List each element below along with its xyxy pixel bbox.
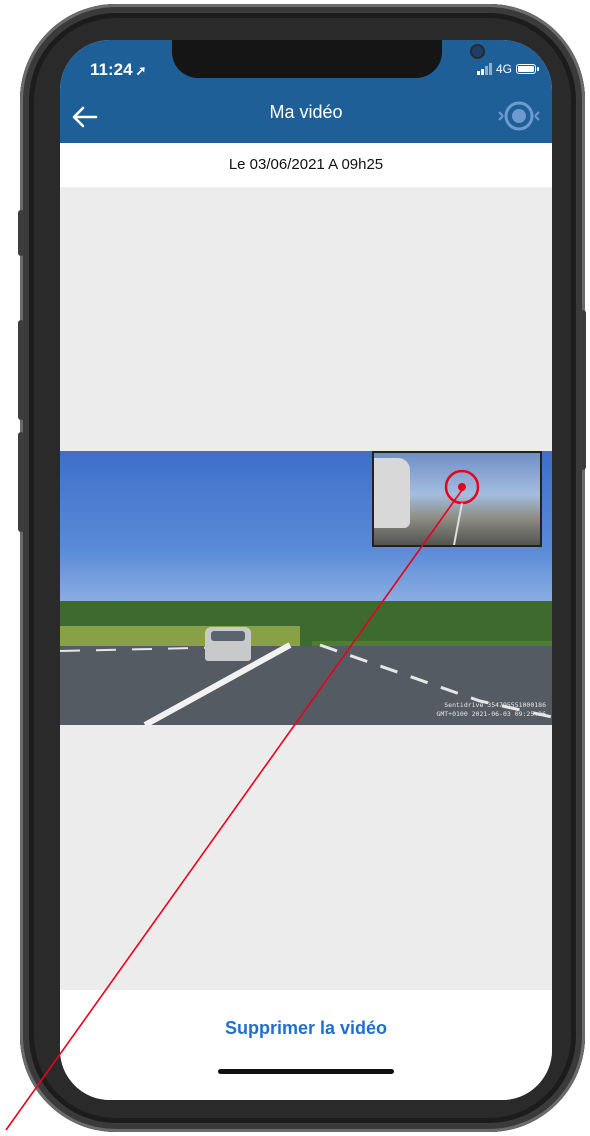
recording-date: Le 03/06/2021 A 09h25 (60, 143, 552, 187)
app-header: 11:24 ➚ 4G Ma vidéo (60, 40, 552, 143)
video-timestamp-overlay: Sentidrive 354795551000186 GMT+0100 2021… (436, 701, 546, 719)
screen: 11:24 ➚ 4G Ma vidéo Le 03/06/2021 A 09h25 (60, 40, 552, 1100)
dashcam-icon[interactable] (496, 96, 542, 136)
home-indicator (218, 1069, 394, 1074)
time-text: 11:24 (90, 60, 133, 79)
video-player[interactable]: Sentidrive 354795551000186 GMT+0100 2021… (60, 451, 552, 725)
footer: Supprimer la vidéo (60, 990, 552, 1100)
signal-icon (476, 63, 492, 75)
overlay-line-1: Sentidrive 354795551000186 (444, 701, 546, 709)
rear-camera-inset (372, 451, 542, 547)
mute-switch (18, 210, 24, 256)
overlay-line-2: GMT+0100 2021-06-03 09:25:26 (436, 710, 546, 718)
front-camera (472, 46, 483, 57)
volume-up-button (18, 320, 24, 420)
status-time: 11:24 ➚ (90, 60, 146, 80)
target-marker (444, 469, 480, 545)
location-arrow-icon: ➚ (135, 63, 147, 78)
car (205, 627, 251, 661)
network-label: 4G (495, 62, 512, 76)
notch (172, 40, 483, 78)
volume-down-button (18, 432, 24, 532)
page-title: Ma vidéo (269, 102, 343, 122)
status-indicators: 4G (476, 62, 539, 76)
side-button (580, 310, 586, 470)
battery-icon (516, 64, 539, 74)
delete-video-button[interactable]: Supprimer la vidéo (60, 1018, 552, 1039)
